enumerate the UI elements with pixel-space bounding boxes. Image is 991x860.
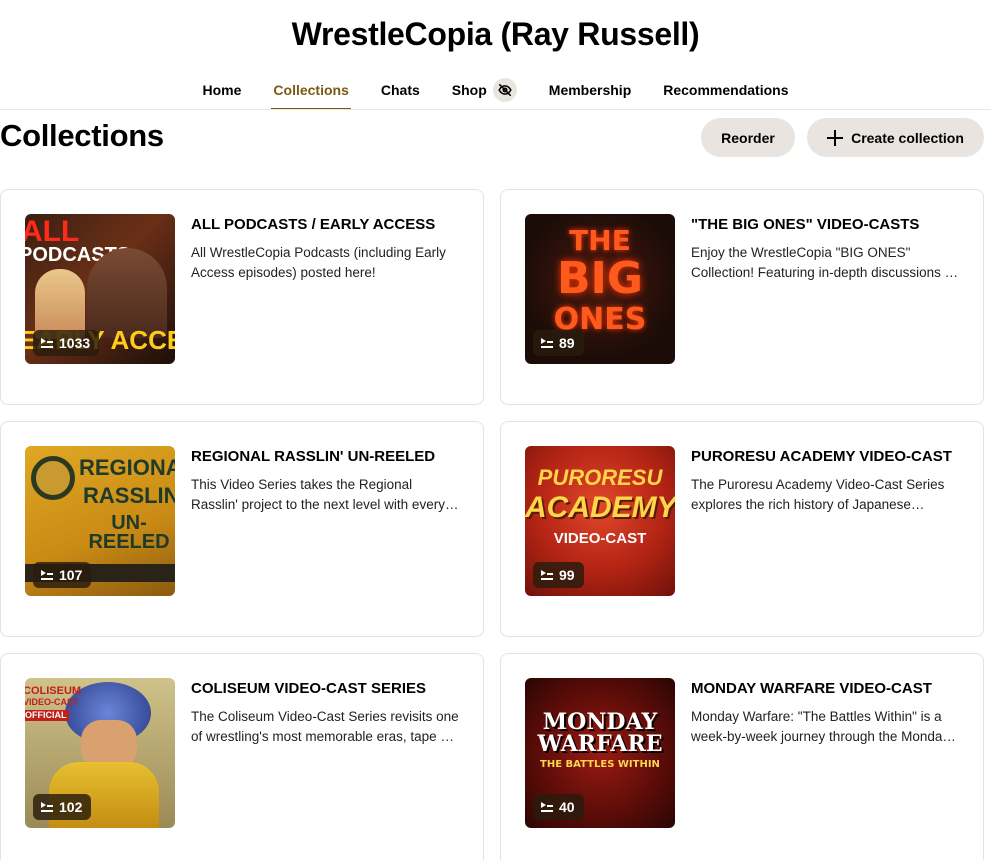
tab-recommendations[interactable]: Recommendations xyxy=(647,80,804,110)
collection-card[interactable]: PURORESU ACADEMY VIDEO-CAST 99 PURORESU … xyxy=(500,421,984,637)
playlist-icon xyxy=(41,338,53,348)
nav-divider xyxy=(0,109,991,110)
art-mid: VIDEO-CAST xyxy=(25,697,79,707)
art-top: MONDAY xyxy=(542,709,658,735)
item-count: 107 xyxy=(59,567,83,583)
tab-home[interactable]: Home xyxy=(187,80,258,110)
collection-description: All WrestleCopia Podcasts (including Ear… xyxy=(191,245,446,280)
plus-icon xyxy=(827,129,844,146)
collection-description: This Video Series takes the Regional Ras… xyxy=(191,477,445,512)
collection-card[interactable]: ALL PODCASTS EARLY ACCESS 1033 ALL PODCA… xyxy=(0,189,484,405)
playlist-icon xyxy=(541,338,553,348)
item-count-badge: 89 xyxy=(533,330,584,356)
collection-thumbnail: MONDAY WARFARE THE BATTLES WITHIN 40 xyxy=(525,678,675,828)
art-top: COLISEUM xyxy=(25,685,82,697)
item-count: 89 xyxy=(559,335,575,351)
create-collection-label: Create collection xyxy=(851,129,964,146)
tab-chats[interactable]: Chats xyxy=(365,80,436,110)
collection-description: Enjoy the WrestleCopia "BIG ONES" Collec… xyxy=(691,245,956,280)
collection-thumbnail: ALL PODCASTS EARLY ACCESS 1033 xyxy=(25,214,175,364)
collection-title: REGIONAL RASSLIN' UN-REELED xyxy=(191,448,436,465)
item-count: 102 xyxy=(59,799,83,815)
item-count: 1033 xyxy=(59,335,91,351)
art-top: REGIONAL xyxy=(79,455,175,480)
item-count-badge: 40 xyxy=(533,794,584,820)
art-mid: BIG xyxy=(556,253,644,304)
creator-title: WrestleCopia (Ray Russell) xyxy=(291,16,700,52)
reorder-button[interactable]: Reorder xyxy=(701,118,795,157)
collection-card[interactable]: REGIONAL RASSLIN' UN-REELED 107 REGIONAL… xyxy=(0,421,484,637)
art-mid: RASSLIN' xyxy=(83,483,175,508)
eye-off-icon xyxy=(492,78,517,102)
collection-thumbnail: THE BIG ONES 89 xyxy=(525,214,675,364)
collection-description: Monday Warfare: "The Battles Within" is … xyxy=(691,709,950,744)
tab-recommendations-label: Recommendations xyxy=(663,82,789,98)
tab-membership[interactable]: Membership xyxy=(533,80,647,110)
art-bottom: VIDEO-CAST xyxy=(553,530,647,547)
tab-membership-label: Membership xyxy=(548,82,632,98)
item-count: 99 xyxy=(559,567,575,583)
art-top: THE xyxy=(569,224,631,257)
collection-title: COLISEUM VIDEO-CAST SERIES xyxy=(191,680,427,697)
art-mid: WARFARE xyxy=(537,731,663,757)
collection-card[interactable]: MONDAY WARFARE THE BATTLES WITHIN 40 MON… xyxy=(500,653,984,860)
collection-title: "THE BIG ONES" VIDEO-CASTS xyxy=(691,216,920,233)
art-bottom: THE BATTLES WITHIN xyxy=(540,759,660,770)
art-bottom: UN-REELED xyxy=(88,512,170,553)
page-title: Collections xyxy=(0,118,164,153)
tab-shop-label: Shop xyxy=(451,82,487,98)
playlist-icon xyxy=(541,802,553,812)
tab-collections-label: Collections xyxy=(273,82,349,98)
collection-title: PURORESU ACADEMY VIDEO-CAST xyxy=(691,448,952,465)
collection-thumbnail: PURORESU ACADEMY VIDEO-CAST 99 xyxy=(525,446,675,596)
art-mid: ACADEMY xyxy=(525,491,675,524)
art-top: ALL xyxy=(25,215,80,248)
playlist-icon xyxy=(541,570,553,580)
item-count-badge: 1033 xyxy=(33,330,100,356)
collection-card[interactable]: COLISEUM VIDEO-CAST OFFICIAL 102 COLISEU… xyxy=(0,653,484,860)
collection-card[interactable]: THE BIG ONES 89 "THE BIG ONES" VIDEO-CAS… xyxy=(500,189,984,405)
tab-chats-label: Chats xyxy=(380,82,420,98)
playlist-icon xyxy=(41,570,53,580)
item-count: 40 xyxy=(559,799,575,815)
item-count-badge: 107 xyxy=(33,562,92,588)
art-top: PURORESU xyxy=(537,465,663,490)
collection-description: The Coliseum Video-Cast Series revisits … xyxy=(191,709,459,744)
playlist-icon xyxy=(41,802,53,812)
collection-title: MONDAY WARFARE VIDEO-CAST xyxy=(691,680,932,697)
collection-thumbnail: REGIONAL RASSLIN' UN-REELED 107 xyxy=(25,446,175,596)
tab-collections[interactable]: Collections xyxy=(257,80,364,110)
creator-nav: Home Collections Chats Shop Membership R… xyxy=(0,78,991,110)
create-collection-button[interactable]: Create collection xyxy=(807,118,984,157)
tab-shop[interactable]: Shop xyxy=(436,78,533,110)
collection-description: The Puroresu Academy Video-Cast Series e… xyxy=(691,477,945,512)
tab-home-label: Home xyxy=(202,82,242,98)
collection-title: ALL PODCASTS / EARLY ACCESS xyxy=(191,216,436,233)
item-count-badge: 99 xyxy=(533,562,584,588)
reorder-button-label: Reorder xyxy=(721,129,775,146)
art-bottom: OFFICIAL xyxy=(25,710,69,721)
collection-thumbnail: COLISEUM VIDEO-CAST OFFICIAL 102 xyxy=(25,678,175,828)
item-count-badge: 102 xyxy=(33,794,92,820)
